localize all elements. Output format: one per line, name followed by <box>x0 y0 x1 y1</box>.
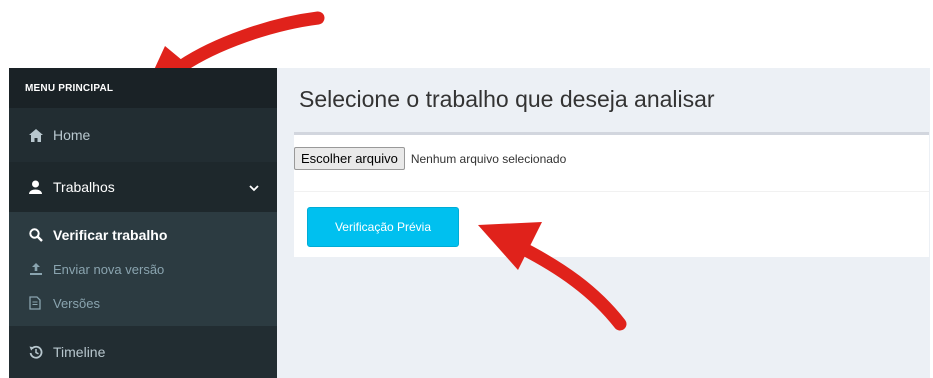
sidebar-item-label: Enviar nova versão <box>53 261 165 277</box>
app-window: MENU PRINCIPAL Home Trabalhos Verificar … <box>9 68 930 378</box>
box-divider <box>294 191 929 192</box>
upload-icon <box>29 262 47 276</box>
main-content: Selecione o trabalho que deseja analisar… <box>277 68 930 378</box>
sidebar-item-timeline[interactable]: Timeline <box>9 326 277 378</box>
user-icon <box>29 180 47 194</box>
sidebar-item-verificar[interactable]: Verificar trabalho <box>9 218 277 252</box>
sidebar-header: MENU PRINCIPAL <box>9 68 277 108</box>
verificacao-previa-button[interactable]: Verificação Prévia <box>307 207 459 247</box>
sidebar-item-label: Trabalhos <box>53 179 115 195</box>
chevron-down-icon <box>249 179 259 195</box>
sidebar-item-label: Home <box>53 127 91 143</box>
submenu-trabalhos: Verificar trabalho Enviar nova versão Ve… <box>9 212 277 326</box>
sidebar-item-enviar[interactable]: Enviar nova versão <box>9 252 277 286</box>
sidebar: MENU PRINCIPAL Home Trabalhos Verificar … <box>9 68 277 378</box>
file-input[interactable]: Escolher arquivo Nenhum arquivo selecion… <box>294 147 566 170</box>
choose-file-button[interactable]: Escolher arquivo <box>294 147 405 170</box>
sidebar-item-home[interactable]: Home <box>9 108 277 162</box>
upload-box: Escolher arquivo Nenhum arquivo selecion… <box>294 132 929 257</box>
sidebar-item-label: Versões <box>53 295 100 311</box>
file-icon <box>29 296 47 310</box>
sidebar-item-label: Verificar trabalho <box>53 227 168 243</box>
history-icon <box>29 345 47 359</box>
sidebar-item-trabalhos[interactable]: Trabalhos <box>9 162 277 212</box>
sidebar-item-versoes[interactable]: Versões <box>9 286 277 320</box>
search-icon <box>29 228 47 242</box>
home-icon <box>29 128 47 142</box>
file-status-text: Nenhum arquivo selecionado <box>410 151 567 166</box>
page-title: Selecione o trabalho que deseja analisar <box>299 86 715 112</box>
sidebar-item-label: Timeline <box>53 344 106 360</box>
